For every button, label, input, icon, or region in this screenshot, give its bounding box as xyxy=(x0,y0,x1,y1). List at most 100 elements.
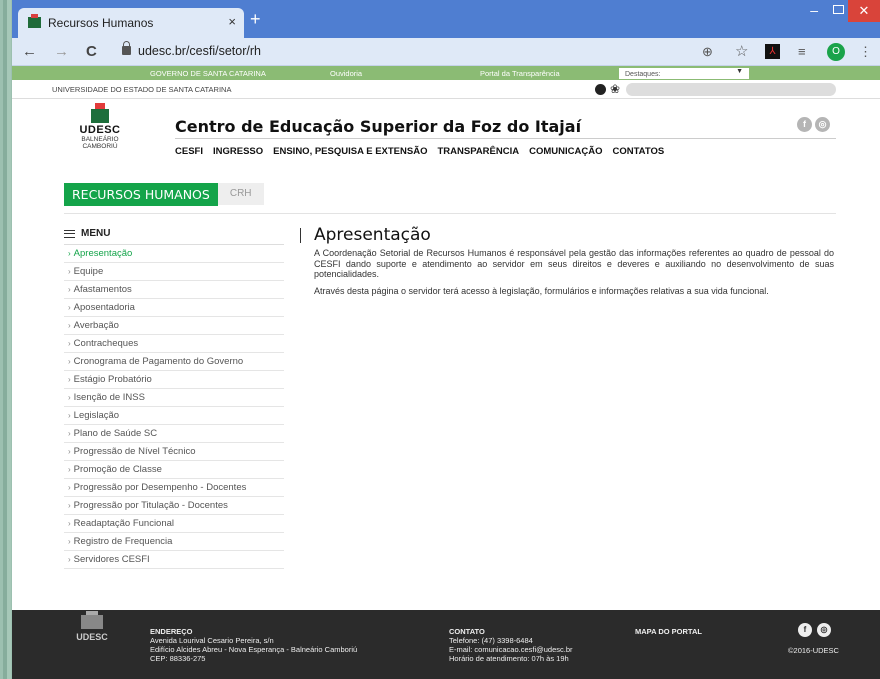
chevron-right-icon: › xyxy=(68,285,71,294)
nav-transparencia[interactable]: TRANSPARÊNCIA xyxy=(437,146,519,157)
instagram-icon[interactable]: ◎ xyxy=(815,117,830,132)
reading-list-icon[interactable]: ≡ xyxy=(798,44,806,59)
close-window-button[interactable]: ✕ xyxy=(848,0,880,22)
menu-item[interactable]: › Aposentadoria xyxy=(64,299,284,317)
menu-header[interactable]: MENU xyxy=(64,228,284,245)
minimize-button[interactable]: – xyxy=(810,2,818,18)
zoom-icon[interactable]: ⊕ xyxy=(702,44,713,60)
browser-titlebar: Recursos Humanos × + – ✕ xyxy=(12,0,880,38)
nav-comunicacao[interactable]: COMUNICAÇÃO xyxy=(529,146,602,157)
profile-avatar[interactable]: O xyxy=(827,43,845,61)
site-header: UDESC BALNEÁRIO CAMBORIÚ Centro de Educa… xyxy=(12,99,880,165)
nav-ingresso[interactable]: INGRESSO xyxy=(213,146,263,157)
chevron-right-icon: › xyxy=(68,519,71,528)
chevron-right-icon: › xyxy=(68,555,71,564)
udesc-favicon-icon xyxy=(28,14,41,28)
transparencia-link[interactable]: Portal da Transparência xyxy=(480,69,560,78)
footer-facebook-icon[interactable]: f xyxy=(798,623,812,637)
udesc-logo-mark-icon xyxy=(91,103,109,123)
bookmark-star-icon[interactable]: ☆ xyxy=(735,42,748,60)
facebook-icon[interactable]: f xyxy=(797,117,812,132)
menu-item[interactable]: › Plano de Saúde SC xyxy=(64,425,284,443)
menu-item[interactable]: › Registro de Frequencia xyxy=(64,533,284,551)
menu-item-label: Legislação xyxy=(73,410,120,421)
new-tab-button[interactable]: + xyxy=(250,10,261,28)
forward-icon[interactable]: → xyxy=(54,43,69,60)
chevron-right-icon: › xyxy=(68,249,71,258)
sitemap-link[interactable]: MAPA DO PORTAL xyxy=(635,627,702,636)
menu-item-label: Apresentação xyxy=(73,248,133,259)
destaques-select[interactable]: Destaques: ▼ xyxy=(619,68,749,79)
menu-item[interactable]: › Progressão de Nível Técnico xyxy=(64,443,284,461)
menu-item[interactable]: › Promoção de Classe xyxy=(64,461,284,479)
menu-title: MENU xyxy=(81,228,111,239)
university-name[interactable]: UNIVERSIDADE DO ESTADO DE SANTA CATARINA xyxy=(52,85,231,94)
footer-instagram-icon[interactable]: ◎ xyxy=(817,623,831,637)
page-title: Apresentação xyxy=(314,225,431,245)
hamburger-icon xyxy=(64,229,75,238)
nav-contatos[interactable]: CONTATOS xyxy=(612,146,664,157)
menu-item-label: Servidores CESFI xyxy=(73,554,150,565)
chevron-right-icon: › xyxy=(68,321,71,330)
menu-item-label: Plano de Saúde SC xyxy=(73,428,158,439)
chevron-right-icon: › xyxy=(68,537,71,546)
chevron-right-icon: › xyxy=(68,267,71,276)
tab-close-icon[interactable]: × xyxy=(228,14,236,29)
chevron-right-icon: › xyxy=(68,339,71,348)
menu-item-label: Equipe xyxy=(73,266,104,277)
contact-hours: Horário de atendimento: 07h às 19h xyxy=(449,654,569,663)
menu-item[interactable]: › Equipe xyxy=(64,263,284,281)
menu-item[interactable]: › Isenção de INSS xyxy=(64,389,284,407)
section-tag: CRH xyxy=(217,183,264,205)
back-icon[interactable]: ← xyxy=(22,43,37,60)
reload-icon[interactable]: C xyxy=(86,43,97,60)
contrast-icon[interactable] xyxy=(595,84,606,95)
url-field[interactable]: udesc.br/cesfi/setor/rh xyxy=(138,44,261,58)
accessibility-icon[interactable]: ❀ xyxy=(610,83,620,95)
udesc-logo[interactable]: UDESC BALNEÁRIO CAMBORIÚ xyxy=(70,103,130,150)
maximize-button[interactable] xyxy=(833,5,844,14)
menu-item[interactable]: › Estágio Probatório xyxy=(64,371,284,389)
chevron-right-icon: › xyxy=(68,375,71,384)
chevron-down-icon: ▼ xyxy=(736,68,743,75)
side-menu: MENU › Apresentação › Equipe › Afastamentos › A… xyxy=(64,228,284,569)
tab-title: Recursos Humanos xyxy=(48,16,154,30)
contact-email[interactable]: E-mail: comunicacao.cesfi@udesc.br xyxy=(449,645,573,654)
address-line: Avenida Lourival Cesario Pereira, s/n xyxy=(150,636,274,645)
menu-item[interactable]: › Servidores CESFI xyxy=(64,551,284,569)
access-paragraph: Através desta página o servidor terá ace… xyxy=(314,285,769,296)
campus-name-line1: BALNEÁRIO xyxy=(81,136,119,143)
footer-logo[interactable]: UDESC xyxy=(69,611,115,642)
menu-item[interactable]: › Averbação xyxy=(64,317,284,335)
menu-item-label: Afastamentos xyxy=(73,284,132,295)
menu-item[interactable]: › Apresentação xyxy=(64,245,284,263)
intro-paragraph: A Coordenação Setorial de Recursos Human… xyxy=(314,248,834,279)
chevron-right-icon: › xyxy=(68,429,71,438)
menu-item[interactable]: › Progressão por Titulação - Docentes xyxy=(64,497,284,515)
chevron-right-icon: › xyxy=(68,411,71,420)
menu-item[interactable]: › Afastamentos xyxy=(64,281,284,299)
search-input[interactable] xyxy=(626,83,836,96)
section-title: RECURSOS HUMANOS xyxy=(64,183,218,206)
pdf-extension-icon[interactable]: ⅄ xyxy=(765,44,780,59)
footer-sitemap: MAPA DO PORTAL xyxy=(635,627,702,636)
menu-item[interactable]: › Cronograma de Pagamento do Governo xyxy=(64,353,284,371)
chevron-right-icon: › xyxy=(68,483,71,492)
menu-item-label: Registro de Frequencia xyxy=(73,536,173,547)
chevron-right-icon: › xyxy=(68,465,71,474)
menu-item[interactable]: › Readaptação Funcional xyxy=(64,515,284,533)
menu-item-label: Progressão de Nível Técnico xyxy=(73,446,196,457)
nav-ensino[interactable]: ENSINO, PESQUISA E EXTENSÃO xyxy=(273,146,427,157)
menu-item[interactable]: › Legislação xyxy=(64,407,284,425)
browser-tab[interactable]: Recursos Humanos × xyxy=(18,8,244,38)
menu-item-label: Averbação xyxy=(73,320,119,331)
menu-item[interactable]: › Contracheques xyxy=(64,335,284,353)
copyright: ©2016-UDESC xyxy=(788,646,839,655)
governo-link[interactable]: GOVERNO DE SANTA CATARINA xyxy=(150,69,266,78)
nav-cesfi[interactable]: CESFI xyxy=(175,146,203,157)
site-title[interactable]: Centro de Educação Superior da Foz do It… xyxy=(175,117,581,136)
menu-item[interactable]: › Progressão por Desempenho - Docentes xyxy=(64,479,284,497)
lock-icon[interactable] xyxy=(122,41,131,55)
ouvidoria-link[interactable]: Ouvidoria xyxy=(330,69,362,78)
more-menu-icon[interactable]: ⋮ xyxy=(859,44,872,60)
